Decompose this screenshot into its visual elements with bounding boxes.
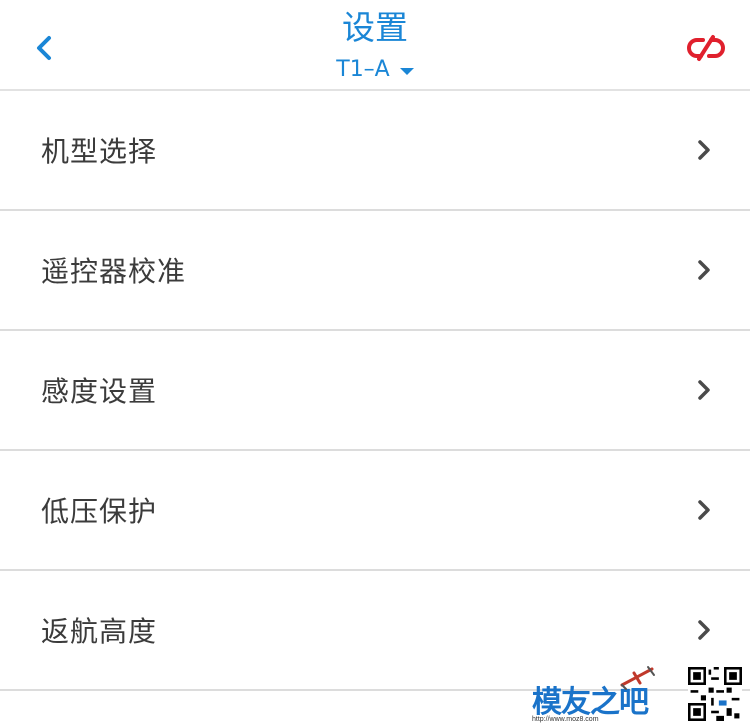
model-selector-dropdown[interactable]: T1–A [0, 55, 750, 85]
airplane-icon [620, 666, 655, 690]
caret-down-icon [399, 67, 414, 75]
chevron-right-icon [696, 379, 712, 401]
disconnect-button[interactable] [684, 28, 728, 68]
menu-item-label: 感度设置 [41, 375, 158, 408]
chevron-right-icon [696, 499, 712, 521]
qr-code-icon [688, 667, 742, 721]
chevron-right-icon [696, 259, 712, 281]
model-name: T1–A [336, 57, 390, 82]
menu-item-label: 返航高度 [41, 615, 158, 648]
page-title: 设置 [342, 8, 408, 47]
menu-item-label: 机型选择 [41, 135, 158, 168]
top-bar: 设置 T1–A [0, 0, 750, 91]
watermark: 模友之吧 http://www.moz8.com [532, 663, 742, 723]
chevron-right-icon [696, 619, 712, 641]
menu-item-sensitivity[interactable]: 感度设置 [0, 331, 750, 451]
menu-item-low-voltage[interactable]: 低压保护 [0, 451, 750, 571]
menu-item-label: 低压保护 [41, 495, 158, 528]
chevron-right-icon [696, 139, 712, 161]
settings-menu: 机型选择 遥控器校准 感度设置 低压保护 返航高度 [0, 91, 750, 691]
unlink-icon [687, 35, 725, 61]
menu-item-rc-calibration[interactable]: 遥控器校准 [0, 211, 750, 331]
watermark-url: http://www.moz8.com [532, 716, 599, 723]
menu-item-model-select[interactable]: 机型选择 [0, 91, 750, 211]
menu-item-label: 遥控器校准 [41, 255, 187, 288]
